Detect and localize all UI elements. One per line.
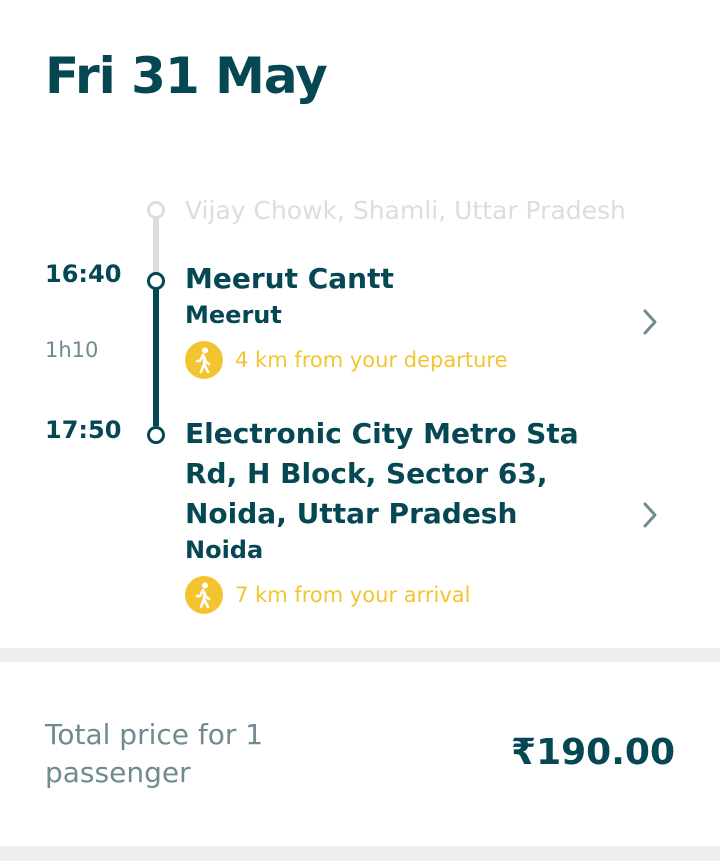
via-stop: Vijay Chowk, Shamli, Uttar Pradesh (185, 196, 626, 225)
price-value: ₹190.00 (511, 732, 675, 773)
section-divider (0, 648, 720, 662)
departure-stop-name: Meerut Cantt (185, 262, 394, 295)
bottom-divider (0, 846, 720, 861)
chevron-right-icon[interactable] (640, 307, 660, 337)
timeline-dot-via (147, 201, 165, 219)
departure-walk-note: 4 km from your departure (185, 341, 625, 379)
walking-person-icon (185, 576, 223, 614)
walking-person-icon (185, 341, 223, 379)
timeline-dot-departure (147, 272, 165, 290)
arrival-time: 17:50 (45, 416, 122, 444)
departure-time: 16:40 (45, 260, 122, 288)
departure-walk-text: 4 km from your departure (235, 348, 508, 372)
chevron-right-icon[interactable] (640, 500, 660, 530)
arrival-walk-note: 7 km from your arrival (185, 576, 625, 614)
timeline-dot-arrival (147, 426, 165, 444)
timeline-line-inactive (153, 216, 159, 276)
price-label: Total price for 1 passenger (45, 718, 264, 789)
arrival-stop[interactable]: Electronic City Metro Sta Rd, H Block, S… (185, 414, 625, 614)
trip-duration: 1h10 (45, 338, 99, 362)
arrival-walk-text: 7 km from your arrival (235, 583, 471, 607)
departure-stop[interactable]: Meerut Cantt Meerut 4 km from your depar… (185, 259, 625, 379)
arrival-stop-name: Electronic City Metro Sta Rd, H Block, S… (185, 417, 579, 530)
timeline-line-active (153, 288, 159, 426)
arrival-stop-city: Noida (185, 536, 264, 564)
departure-stop-city: Meerut (185, 301, 282, 329)
date-title: Fri 31 May (45, 47, 328, 105)
